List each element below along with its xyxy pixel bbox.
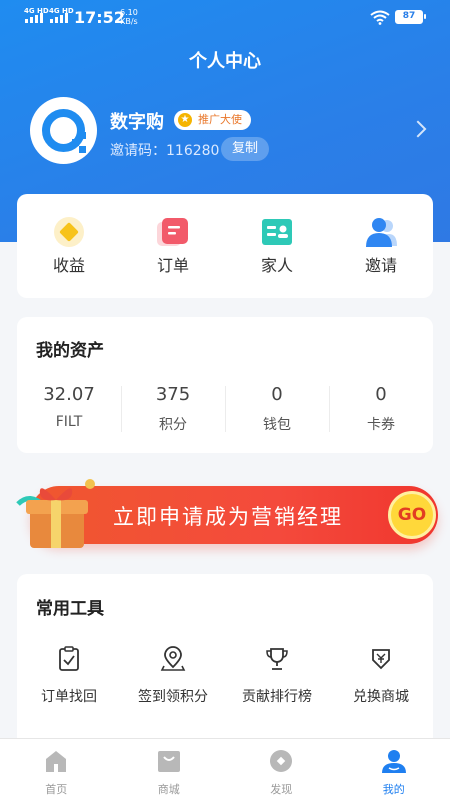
quick-actions-card: 收益 订单 家人 邀请 xyxy=(17,194,433,298)
asset-wallet[interactable]: 0 钱包 xyxy=(225,384,329,434)
tool-order-recovery[interactable]: 订单找回 xyxy=(17,646,121,706)
trophy-icon xyxy=(266,648,288,670)
quick-action-label: 家人 xyxy=(260,256,293,275)
asset-unit: 卡券 xyxy=(367,417,395,433)
gift-box-icon xyxy=(16,479,95,548)
tools-row: 订单找回 签到领积分 贡献排行榜 兑换商城 xyxy=(17,646,433,706)
avatar-logo-dot xyxy=(79,132,86,139)
go-button[interactable]: GO xyxy=(388,491,436,539)
asset-unit: 积分 xyxy=(159,417,187,433)
asset-filt[interactable]: 32.07 FILT xyxy=(17,384,121,434)
tool-label: 贡献排行榜 xyxy=(242,689,312,705)
asset-value: 32.07 xyxy=(43,384,95,405)
tool-label: 订单找回 xyxy=(41,689,97,705)
badge-label: 推广大使 xyxy=(198,113,242,126)
banner-text: 立即申请成为营销经理 xyxy=(113,505,343,529)
tool-label: 兑换商城 xyxy=(353,689,409,705)
clock: 17:52 xyxy=(74,8,125,27)
asset-value: 375 xyxy=(155,384,191,405)
invite-code: 邀请码：116280 xyxy=(110,143,220,159)
asset-unit: FILT xyxy=(55,414,83,430)
asset-value: 0 xyxy=(271,384,283,405)
copy-button[interactable]: 复制 xyxy=(221,137,269,161)
tool-label: 签到领积分 xyxy=(138,689,208,705)
battery-icon: 87 xyxy=(395,10,426,24)
tool-checkin[interactable]: 签到领积分 xyxy=(121,646,225,706)
avatar-logo-dot xyxy=(79,146,86,153)
asset-value: 0 xyxy=(375,384,387,405)
profile-icon xyxy=(381,750,406,773)
username: 数字购 xyxy=(110,112,164,133)
signal-icon xyxy=(25,11,43,23)
avatar-logo-dot xyxy=(72,139,79,146)
quick-action-invite[interactable]: 邀请 xyxy=(329,194,433,298)
assets-card: 我的资产 32.07 FILT 375 积分 0 钱包 0 卡券 xyxy=(17,317,433,453)
home-icon xyxy=(46,751,67,772)
tab-home[interactable]: 首页 xyxy=(0,739,113,800)
quick-action-label: 收益 xyxy=(52,256,85,275)
asset-unit: 钱包 xyxy=(263,417,291,433)
invite-icon xyxy=(366,218,397,247)
location-pin-icon xyxy=(160,646,186,671)
tools-card: 常用工具 订单找回 签到领积分 贡献排行榜 兑换商城 xyxy=(17,574,433,754)
exchange-bag-icon xyxy=(372,649,390,670)
network-speed-value: 6.10 xyxy=(120,8,138,17)
quick-action-label: 邀请 xyxy=(364,256,397,275)
section-title: 我的资产 xyxy=(36,341,104,361)
tab-label: 发现 xyxy=(270,783,293,796)
status-bar: 4G HD 4G HD 17:52 6.10 KB/s 87 xyxy=(0,0,450,36)
star-icon: ★ xyxy=(178,113,192,127)
clipboard-check-icon xyxy=(59,646,79,671)
page-title: 个人中心 xyxy=(189,51,261,72)
discover-icon xyxy=(270,750,293,772)
tab-store[interactable]: 商城 xyxy=(113,739,226,800)
tool-leaderboard[interactable]: 贡献排行榜 xyxy=(225,646,329,706)
family-icon xyxy=(262,219,292,245)
signal-icon xyxy=(50,11,68,23)
tab-discover[interactable]: 发现 xyxy=(225,739,338,800)
quick-action-order[interactable]: 订单 xyxy=(121,194,225,298)
status-badge: ★ 推广大使 xyxy=(174,110,251,130)
quick-action-label: 订单 xyxy=(156,256,189,275)
quick-action-earnings[interactable]: 收益 xyxy=(17,194,121,298)
earnings-icon xyxy=(54,217,84,247)
avatar[interactable] xyxy=(30,97,97,164)
assets-row: 32.07 FILT 375 积分 0 钱包 0 卡券 xyxy=(17,384,433,434)
bottom-tab-bar: 首页 商城 发现 我的 xyxy=(0,738,450,800)
asset-coupons[interactable]: 0 卡券 xyxy=(329,384,433,434)
network-speed-unit: KB/s xyxy=(120,17,138,26)
tab-label: 商城 xyxy=(157,783,180,796)
tab-label: 首页 xyxy=(45,783,68,796)
quick-action-family[interactable]: 家人 xyxy=(225,194,329,298)
promo-banner[interactable]: 立即申请成为营销经理 GO xyxy=(10,470,438,558)
tab-profile[interactable]: 我的 xyxy=(338,739,450,800)
tool-exchange-mall[interactable]: 兑换商城 xyxy=(329,646,433,706)
asset-points[interactable]: 375 积分 xyxy=(121,384,225,434)
section-title: 常用工具 xyxy=(36,599,104,619)
order-icon xyxy=(157,218,188,246)
wifi-icon xyxy=(370,10,390,25)
network-speed: 6.10 KB/s xyxy=(120,8,138,26)
tab-label: 我的 xyxy=(382,783,405,796)
store-icon xyxy=(157,751,180,772)
